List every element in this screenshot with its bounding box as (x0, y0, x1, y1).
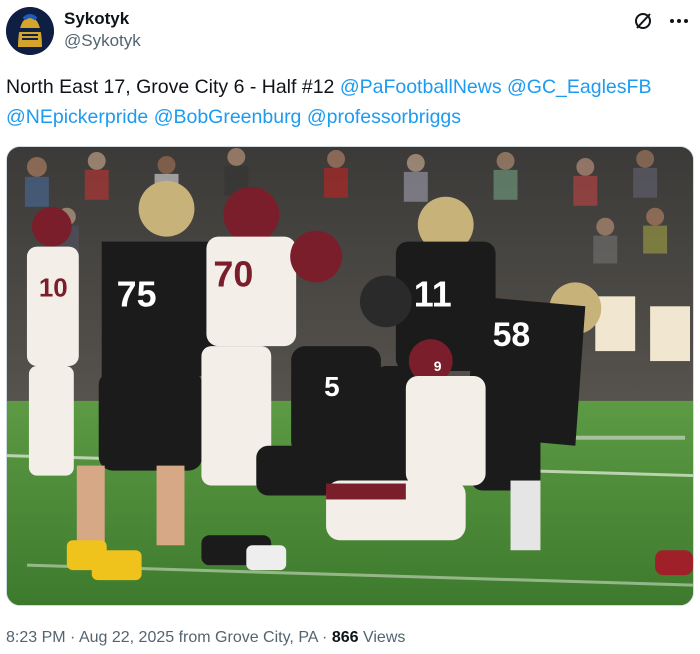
tweet-time[interactable]: 8:23 PM (6, 629, 66, 646)
more-dots-icon[interactable] (666, 8, 692, 34)
grok-slash-circle-icon[interactable] (630, 8, 656, 34)
meta-separator: · (70, 629, 76, 646)
mention-professorbriggs[interactable]: @professorbriggs (307, 106, 461, 128)
svg-text:9: 9 (434, 358, 442, 374)
tweet-text: North East 17, Grove City 6 - Half #12 @… (6, 72, 690, 132)
tweet-header: Sykotyk @Sykotyk (6, 6, 692, 58)
views-label: Views (362, 629, 406, 646)
tweet-body: North East 17, Grove City 6 - Half #12 (6, 76, 335, 98)
mention-nepickerpride[interactable]: @NEpickerpride (6, 106, 148, 128)
tweet-location: from Grove City, PA (178, 629, 318, 646)
views-count[interactable]: 866 (332, 629, 359, 646)
user-handle[interactable]: @Sykotyk (64, 30, 141, 52)
football-photo: 10 75 70 11 58 5 9 (7, 147, 693, 605)
user-block: Sykotyk @Sykotyk (64, 9, 141, 52)
mention-pafootballnews[interactable]: @PaFootballNews (340, 76, 502, 98)
svg-text:75: 75 (117, 274, 157, 314)
knight-helmet-avatar[interactable] (6, 7, 54, 55)
svg-text:70: 70 (213, 254, 253, 294)
svg-text:5: 5 (324, 371, 340, 402)
mention-gc-eaglesfb[interactable]: @GC_EaglesFB (507, 76, 651, 98)
svg-text:10: 10 (39, 274, 68, 302)
svg-text:11: 11 (414, 274, 452, 314)
tweet-date[interactable]: Aug 22, 2025 (79, 629, 174, 646)
svg-text:58: 58 (493, 316, 531, 354)
tweet-photo[interactable]: 10 75 70 11 58 5 9 (6, 146, 694, 606)
meta-separator: · (322, 629, 328, 646)
mention-bobgreenburg[interactable]: @BobGreenburg (154, 106, 302, 128)
display-name[interactable]: Sykotyk (64, 9, 141, 29)
tweet-meta: 8:23 PM · Aug 22, 2025 from Grove City, … (6, 628, 405, 648)
